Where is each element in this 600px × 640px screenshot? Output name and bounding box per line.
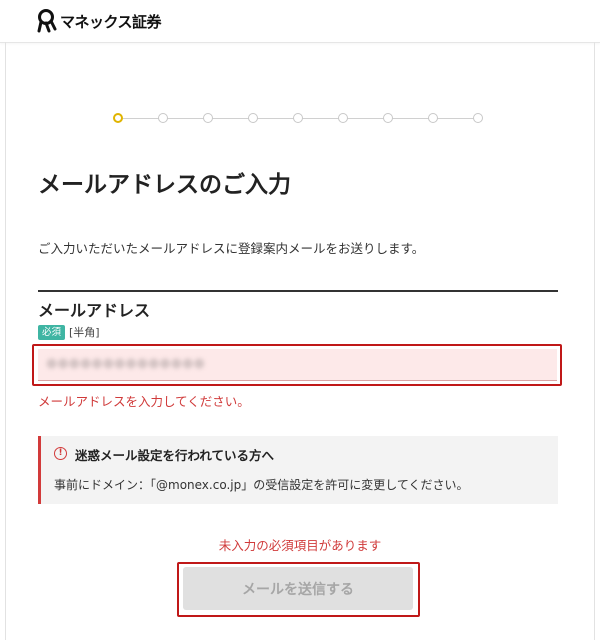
step-dot-1 xyxy=(113,113,123,123)
email-field-label: メールアドレス xyxy=(38,301,151,320)
page-title: メールアドレスのご入力 xyxy=(38,172,291,198)
field-requirements: 必須 [半角] xyxy=(38,324,100,340)
step-dot-7 xyxy=(383,113,393,123)
form-error-message: 未入力の必須項目があります xyxy=(218,538,382,553)
monex-logo[interactable]: マネックス証券 xyxy=(36,9,162,33)
alert-circle-icon: ! xyxy=(54,447,67,460)
spam-notice-box: ! 迷惑メール設定を行われている方へ 事前にドメイン：「@monex.co.jp… xyxy=(38,436,558,504)
notice-body: 事前にドメイン：「@monex.co.jp」の受信設定を許可に変更してください。 xyxy=(54,478,469,492)
progress-stepper xyxy=(113,113,485,125)
notice-title: 迷惑メール設定を行われている方へ xyxy=(75,448,275,463)
email-input[interactable] xyxy=(38,349,557,381)
monex-logo-icon xyxy=(37,9,57,33)
step-dot-2 xyxy=(158,113,168,123)
site-header: マネックス証券 xyxy=(0,0,600,43)
step-dot-5 xyxy=(293,113,303,123)
step-dot-3 xyxy=(203,113,213,123)
step-dot-6 xyxy=(338,113,348,123)
logo-text: マネックス証券 xyxy=(60,12,162,31)
step-dot-4 xyxy=(248,113,258,123)
half-width-hint: [半角] xyxy=(69,326,100,339)
send-email-button[interactable]: メールを送信する xyxy=(183,567,413,610)
email-error-message: メールアドレスを入力してください。 xyxy=(38,394,250,409)
section-divider xyxy=(38,290,558,292)
required-badge: 必須 xyxy=(38,324,66,340)
step-dot-9 xyxy=(473,113,483,123)
intro-text: ご入力いただいたメールアドレスに登録案内メールをお送りします。 xyxy=(38,241,425,256)
step-dot-8 xyxy=(428,113,438,123)
